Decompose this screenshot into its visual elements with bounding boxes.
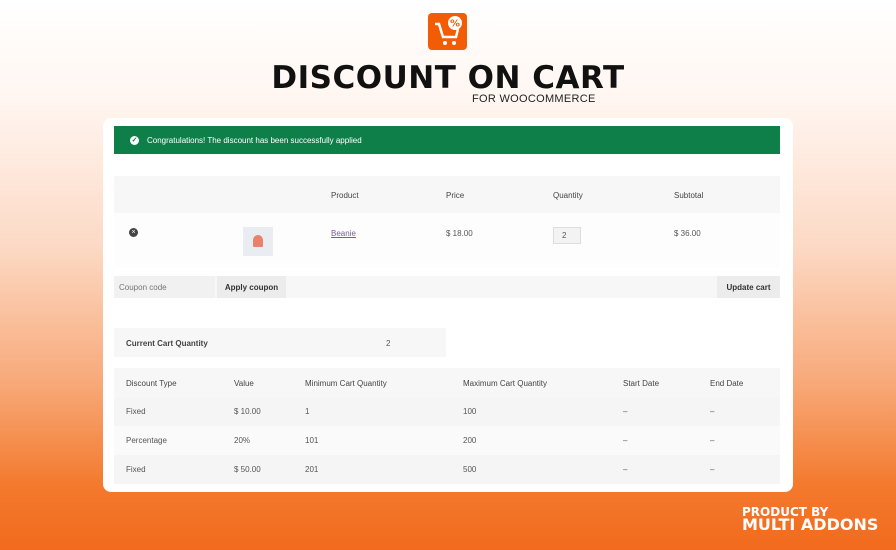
product-link[interactable]: Beanie (331, 229, 356, 238)
summary-label: Current Cart Quantity (126, 339, 208, 348)
discount-header: Start Date (623, 379, 660, 388)
svg-text:%: % (450, 19, 460, 30)
header-subtotal: Subtotal (674, 191, 704, 200)
discount-cell: 101 (305, 436, 319, 445)
discount-header: Discount Type (126, 379, 177, 388)
page-subtitle: FOR WOOCOMMERCE (472, 93, 596, 105)
discount-cell: Fixed (126, 407, 146, 416)
discount-cell: – (623, 465, 628, 474)
discount-cell: 100 (463, 407, 477, 416)
discount-cell: Percentage (126, 436, 167, 445)
quantity-input[interactable] (553, 227, 581, 244)
header-quantity: Quantity (553, 191, 583, 200)
discount-header: End Date (710, 379, 744, 388)
remove-item-icon[interactable]: × (129, 228, 138, 237)
product-subtotal: $ 36.00 (674, 229, 701, 238)
discount-cell: 500 (463, 465, 477, 474)
discount-cell: $ 50.00 (234, 465, 261, 474)
discount-cell: 1 (305, 407, 310, 416)
discount-cell: – (623, 436, 628, 445)
discount-cell: 201 (305, 465, 319, 474)
check-icon: ✓ (130, 135, 139, 145)
discount-cell: – (710, 465, 715, 474)
header-product: Product (331, 191, 359, 200)
discount-row (114, 455, 780, 484)
discount-header: Minimum Cart Quantity (305, 379, 387, 388)
discount-cell: 200 (463, 436, 477, 445)
discount-cell: $ 10.00 (234, 407, 261, 416)
discount-cell: 20% (234, 436, 251, 445)
discount-header: Maximum Cart Quantity (463, 379, 548, 388)
discount-cell: – (710, 436, 715, 445)
discount-cell: – (710, 407, 715, 416)
discount-table-header (114, 368, 780, 397)
discount-cell: – (623, 407, 628, 416)
brand-line2: MULTI ADDONS (742, 515, 879, 534)
product-price: $ 18.00 (446, 229, 473, 238)
discount-header: Value (234, 379, 254, 388)
header-price: Price (446, 191, 465, 200)
coupon-input[interactable] (114, 276, 215, 298)
discount-row (114, 426, 780, 455)
success-notice: ✓ Congratulations! The discount has been… (114, 126, 780, 154)
summary-value: 2 (386, 339, 391, 348)
notice-text: Congratulations! The discount has been s… (147, 135, 362, 145)
cart-logo-icon: % (428, 13, 467, 50)
cart-row (114, 213, 780, 268)
discount-cell: Fixed (126, 465, 146, 474)
page-title: DISCOUNT ON CART (271, 60, 625, 96)
apply-coupon-button[interactable]: Apply coupon (217, 276, 286, 298)
discount-row (114, 397, 780, 426)
update-cart-button[interactable]: Update cart (717, 276, 780, 298)
product-thumbnail[interactable] (243, 227, 273, 256)
